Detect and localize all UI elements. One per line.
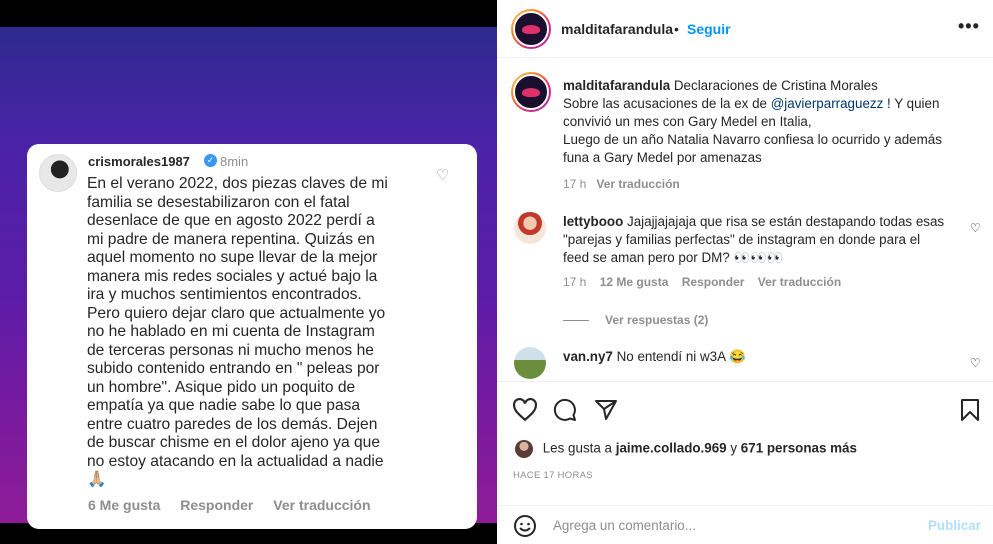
story-comment-card: crismorales1987 ✓ 8min ♡ En el verano 20… xyxy=(27,144,477,529)
lips-logo-icon xyxy=(522,24,540,34)
caption-line-2-pre: Sobre las acusaciones de la ex de xyxy=(563,96,767,111)
story-text-line: empatía ya que nadie sabe lo que pasa xyxy=(87,397,361,414)
comment-username[interactable]: van.ny7 xyxy=(563,349,613,364)
verified-badge-icon: ✓ xyxy=(204,154,217,167)
caption-line-1: Declaraciones de Cristina Morales xyxy=(673,78,878,93)
replies-line xyxy=(563,319,589,321)
follow-button[interactable]: Seguir xyxy=(687,21,731,37)
story-text-line: manera mis redes sociales y actué bajo l… xyxy=(87,267,378,285)
story-translate: Ver traducción xyxy=(273,497,371,513)
story-username: crismorales1987 xyxy=(88,154,190,169)
publish-button[interactable]: Publicar xyxy=(928,518,981,533)
post-image[interactable]: crismorales1987 ✓ 8min ♡ En el verano 20… xyxy=(0,27,497,529)
comment-likes[interactable]: 12 Me gusta xyxy=(600,275,669,289)
story-reply: Responder xyxy=(180,497,254,513)
post-media[interactable]: crismorales1987 ✓ 8min ♡ En el verano 20… xyxy=(0,0,497,544)
story-text-line: familia se desestabilizaron con el fatal xyxy=(87,193,350,211)
story-text-line: de terceras personas ni mucho menos he xyxy=(87,341,374,359)
story-text-line: no estoy atacando en la actualidad a nad… xyxy=(87,452,384,470)
story-comment-text: En el verano 2022, dos piezas claves de … xyxy=(87,175,417,490)
post-header: malditafarandula • Seguir ••• xyxy=(497,0,993,58)
more-options-icon[interactable]: ••• xyxy=(958,16,980,37)
story-text-line: 🙏🏼 xyxy=(87,471,107,488)
save-bookmark-icon[interactable] xyxy=(960,398,980,422)
story-actions: 6 Me gusta Responder Ver traducción xyxy=(88,497,387,513)
story-text-line: no he hablado en mi cuenta de Instagram xyxy=(87,323,375,340)
caption-username[interactable]: malditafarandula xyxy=(563,78,670,93)
author-avatar[interactable] xyxy=(511,9,551,49)
comment-line-2: "parejas y familias perfectas" de instag… xyxy=(563,232,921,247)
view-replies-button[interactable]: Ver respuestas (2) xyxy=(605,311,708,329)
comment-line-3: feed se aman pero por DM? 👀👀👀 xyxy=(563,250,784,265)
caption-line-5: funa a Gary Medel por amenazas xyxy=(563,150,762,165)
liker-avatar[interactable] xyxy=(515,440,533,458)
post-panel: malditafarandula • Seguir ••• malditafar… xyxy=(497,0,993,544)
caption-time[interactable]: 17 h xyxy=(563,177,586,191)
likes-conj: y xyxy=(730,440,738,456)
story-text-line: En el verano 2022, dos piezas claves de … xyxy=(87,175,388,192)
author-username[interactable]: malditafarandula xyxy=(561,21,673,37)
story-text-line: aquel momento no supe llevar de la mejor xyxy=(87,249,378,266)
comment-line-1: Jajajjajajaja que risa se están destapan… xyxy=(627,214,945,229)
likes-prefix: Les gusta a xyxy=(542,440,612,456)
likes-others[interactable]: 671 personas más xyxy=(741,441,857,456)
separator-dot: • xyxy=(674,21,679,37)
comment-time[interactable]: 17 h xyxy=(563,275,586,289)
post-caption: malditafarandula Declaraciones de Cristi… xyxy=(563,77,973,193)
story-user-avatar xyxy=(39,154,77,192)
comment-username[interactable]: lettybooo xyxy=(563,214,623,229)
post-timestamp[interactable]: HACE 17 HORAS xyxy=(513,470,593,481)
comment-item: van.ny7 No entendí ni w3A 😂 xyxy=(563,348,963,366)
caption-line-3: convivió un mes con Gary Medel en Italia… xyxy=(563,114,812,129)
like-heart-icon[interactable] xyxy=(512,398,538,422)
caption-translate[interactable]: Ver traducción xyxy=(596,177,679,191)
liker-username[interactable]: jaime.collado.969 xyxy=(616,441,727,456)
story-text-line: subido contenido entrando en " peleas po… xyxy=(87,360,380,377)
story-text-line: entre cuatro paredes de los demás. Dejen xyxy=(87,415,378,433)
story-text-line: Pero quiero dejar claro que actualmente … xyxy=(87,304,386,322)
comment-like-heart-icon[interactable]: ♡ xyxy=(970,221,981,235)
comment-translate[interactable]: Ver traducción xyxy=(758,275,841,289)
story-text-line: de buscar chisme en el dolor ajeno ya qu… xyxy=(87,434,380,451)
likes-summary: Les gusta a jaime.collado.969 y 671 pers… xyxy=(515,440,857,458)
emoji-icon[interactable] xyxy=(513,514,537,538)
mention-link[interactable]: @javierparraguezz xyxy=(771,96,884,111)
story-text-line: desenlace de que en agosto 2022 perdí a xyxy=(87,212,375,229)
caption-line-2-post: ! Y quien xyxy=(887,96,940,111)
add-comment-bar: Agrega un comentario... Publicar xyxy=(497,505,993,544)
story-time: 8min xyxy=(220,154,249,169)
comment-avatar[interactable] xyxy=(514,347,546,379)
story-text-line: un hombre". Asique pido un poquito de xyxy=(87,378,356,396)
comment-text: No entendí ni w3A 😂 xyxy=(616,349,746,364)
comment-reply[interactable]: Responder xyxy=(682,275,745,289)
share-plane-icon[interactable] xyxy=(594,398,618,422)
comment-like-heart-icon[interactable]: ♡ xyxy=(970,356,981,370)
comment-input[interactable]: Agrega un comentario... xyxy=(553,518,696,533)
caption-line-4: Luego de un año Natalia Navarro confiesa… xyxy=(563,132,942,147)
comment-avatar[interactable] xyxy=(514,212,546,244)
comment-item: lettybooo Jajajjajajaja que risa se está… xyxy=(563,213,963,329)
caption-author-avatar[interactable] xyxy=(511,72,551,112)
story-likes: 6 Me gusta xyxy=(88,497,161,513)
story-text-line: ira y muchos sentimientos encontrados. xyxy=(87,286,362,303)
comment-bubble-icon[interactable] xyxy=(553,398,577,422)
lips-logo-icon xyxy=(522,87,540,97)
story-heart-icon: ♡ xyxy=(436,167,450,184)
story-text-line: mi padre de manera repentina. Quizás en xyxy=(87,230,375,248)
